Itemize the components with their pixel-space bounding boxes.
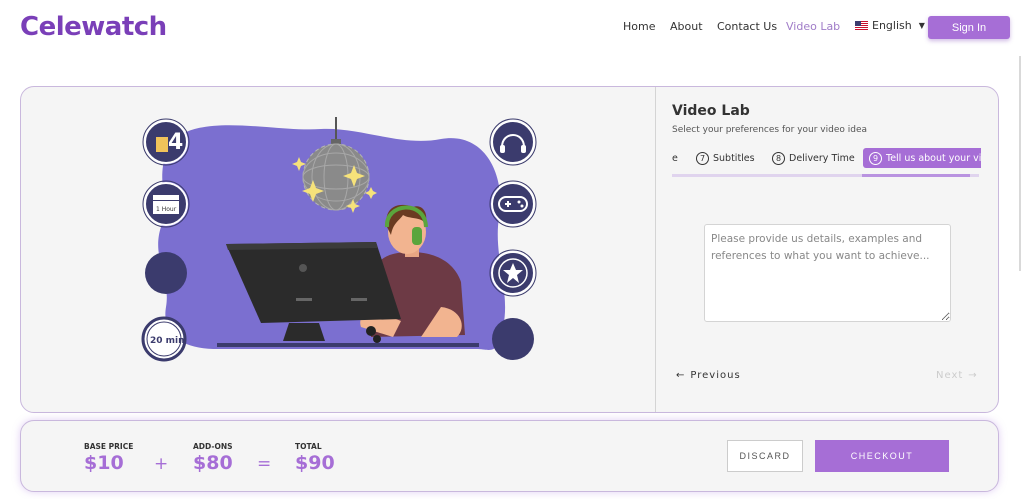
nav-home[interactable]: Home	[623, 20, 655, 33]
previous-button[interactable]: ← Previous	[676, 370, 741, 381]
tab-tell-us-about-your-video[interactable]: 9 Tell us about your vi	[863, 148, 981, 168]
price-summary-bar: BASE PRICE $10 + ADD-ONS $80 = TOTAL $90…	[20, 420, 999, 492]
next-label: Next	[936, 370, 964, 381]
nav-about[interactable]: About	[670, 20, 703, 33]
panel-subtitle: Select your preferences for your video i…	[672, 125, 868, 135]
tab-label: Delivery Time	[789, 152, 855, 164]
discard-button[interactable]: DISCARD	[727, 440, 803, 472]
logo[interactable]: Celewatch	[20, 12, 167, 42]
caret-down-icon: ▼	[918, 21, 925, 30]
base-price-value: $10	[84, 452, 124, 474]
add-ons-value: $80	[193, 452, 233, 474]
video-details-textarea[interactable]	[704, 224, 951, 322]
us-flag-icon	[855, 21, 868, 30]
equals-sign: =	[257, 454, 272, 474]
nav-video-lab[interactable]: Video Lab	[786, 20, 840, 33]
tab-delivery-time[interactable]: 8 Delivery Time	[772, 148, 855, 168]
preferences-panel: Video Lab Select your preferences for yo…	[20, 86, 999, 413]
tab-subtitles[interactable]: 7 Subtitles	[696, 148, 755, 168]
total-label: TOTAL	[295, 442, 322, 451]
total-value: $90	[295, 452, 335, 474]
step-number: 8	[772, 151, 785, 165]
next-button[interactable]: Next →	[936, 370, 978, 381]
logo-text: Celewatch	[20, 12, 167, 42]
nav-contact-us[interactable]: Contact Us	[717, 20, 777, 33]
tab-previous-partial[interactable]: e	[672, 148, 678, 168]
tab-label: Tell us about your vi	[886, 152, 981, 164]
header: Celewatch Home About Contact Us Video La…	[0, 0, 1024, 56]
arrow-left-icon: ←	[676, 370, 686, 381]
sign-in-button[interactable]: Sign In	[928, 16, 1010, 39]
base-price-label: BASE PRICE	[84, 442, 134, 451]
language-selector[interactable]: English ▼	[855, 19, 925, 32]
tab-label: Subtitles	[713, 152, 755, 164]
language-label: English	[872, 19, 912, 32]
checkout-button[interactable]: CHECKOUT	[815, 440, 949, 472]
step-number: 9	[869, 151, 882, 165]
arrow-right-icon: →	[968, 370, 978, 381]
scrollbar[interactable]	[1019, 56, 1021, 271]
tabs-progress-fill	[862, 174, 970, 177]
add-ons-label: ADD-ONS	[193, 442, 233, 451]
tabs-progress-track	[672, 174, 979, 177]
plus-sign: +	[154, 454, 169, 474]
step-number: 7	[696, 151, 709, 165]
preference-tabs: e 7 Subtitles 8 Delivery Time 9 Tell us …	[672, 148, 981, 170]
previous-label: Previous	[690, 370, 741, 381]
panel-title: Video Lab	[672, 103, 750, 119]
